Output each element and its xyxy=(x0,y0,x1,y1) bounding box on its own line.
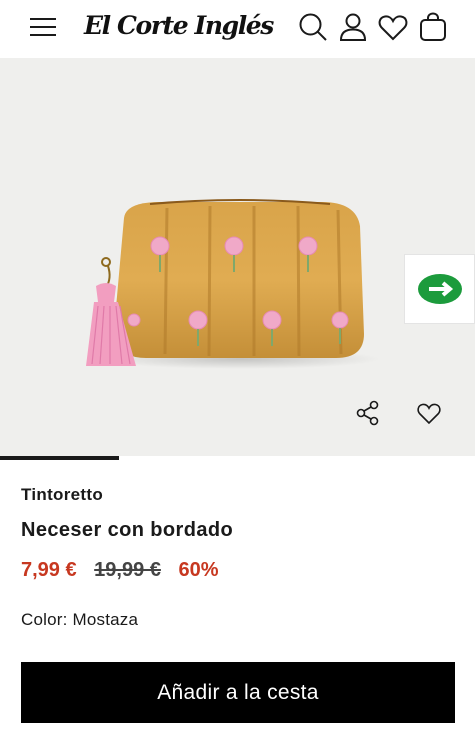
whatsapp-button[interactable] xyxy=(404,254,475,324)
site-logo[interactable]: El Corte Inglés xyxy=(84,8,274,46)
share-icon[interactable] xyxy=(351,396,385,430)
price-original: 19,99 € xyxy=(94,559,161,581)
gallery-progress-track xyxy=(0,456,475,460)
add-to-cart-button[interactable]: Añadir a la cesta xyxy=(21,662,455,723)
product-brand-link[interactable]: Tintoretto xyxy=(21,485,103,505)
shopping-bag-icon[interactable] xyxy=(416,10,450,44)
color-selector-label: Color: Mostaza xyxy=(21,610,138,630)
price-block: 7,99 € 19,99 € 60% xyxy=(21,559,219,582)
product-image-gallery[interactable] xyxy=(0,58,475,456)
color-label: Color: xyxy=(21,610,68,629)
search-icon[interactable] xyxy=(296,10,330,44)
site-header: El Corte Inglés xyxy=(0,0,475,58)
heart-icon[interactable] xyxy=(412,396,446,430)
menu-icon[interactable] xyxy=(28,15,58,39)
user-icon[interactable] xyxy=(336,10,370,44)
discount-badge: 60% xyxy=(178,559,219,581)
gallery-progress-bar xyxy=(0,456,119,460)
color-value: Mostaza xyxy=(72,610,139,629)
price-current: 7,99 € xyxy=(21,559,77,581)
whatsapp-icon xyxy=(418,274,462,304)
product-title: Neceser con bordado xyxy=(21,519,234,541)
heart-icon[interactable] xyxy=(376,10,410,44)
